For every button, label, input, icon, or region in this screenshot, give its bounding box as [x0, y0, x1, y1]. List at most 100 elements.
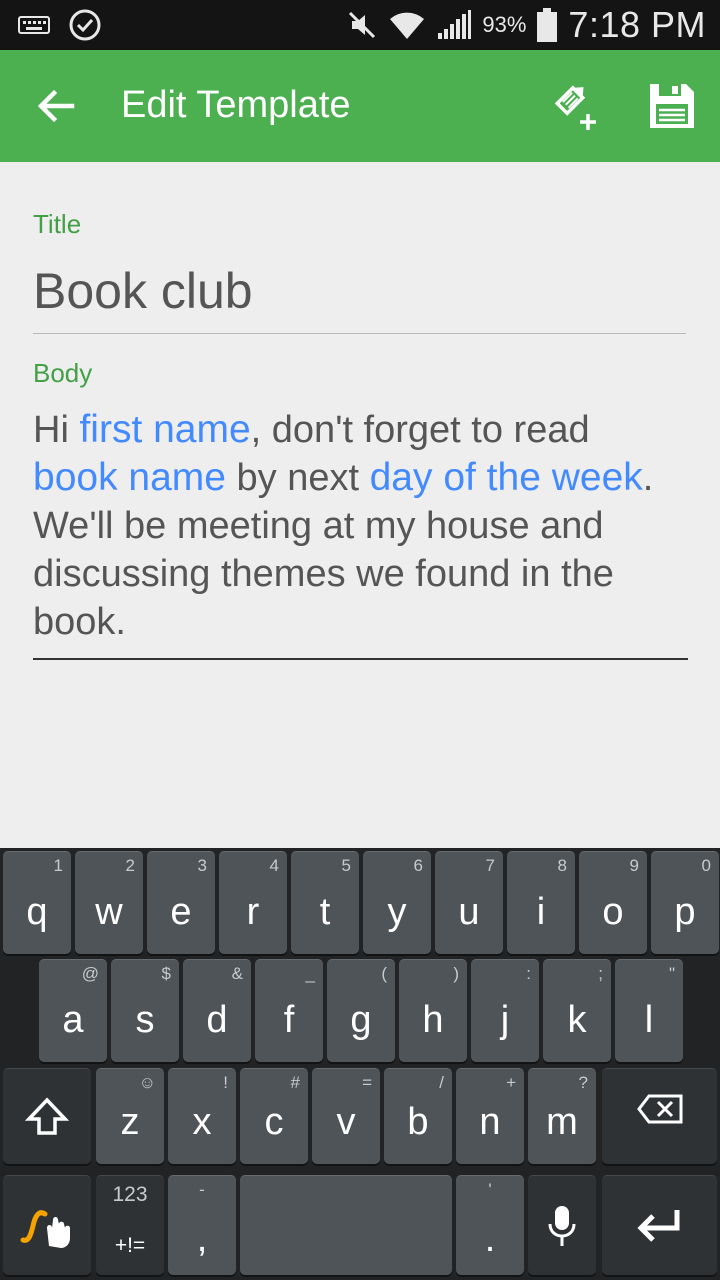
save-icon[interactable] [646, 80, 698, 132]
backspace-icon [636, 1094, 682, 1124]
app-bar: Edit Template [0, 50, 720, 162]
space-key[interactable] [240, 1175, 452, 1275]
key-secondary-label: _ [305, 964, 315, 983]
key-e[interactable]: 3e [147, 851, 215, 954]
key-label: p [674, 891, 696, 933]
key-q[interactable]: 1q [3, 851, 71, 954]
key-c[interactable]: # c [240, 1068, 308, 1164]
swype-icon [20, 1209, 70, 1248]
swype-key[interactable] [3, 1175, 91, 1275]
key-label: k [567, 999, 587, 1041]
soft-keyboard: 1q2w3e4r5t6y7u8i9o0p @ a $ s & d _ f(g) h: j; k " l … [0, 848, 720, 1280]
key-secondary-label: ( [381, 964, 387, 983]
key-secondary-label: 6 [413, 856, 423, 875]
comma-key-sub: - [199, 1180, 205, 1199]
title-field[interactable]: Book club [33, 262, 686, 334]
key-b[interactable]: / b [384, 1068, 452, 1164]
key-secondary-label: 2 [125, 856, 135, 875]
placeholder-chip-day-of-week[interactable]: day of the week [370, 456, 643, 499]
body-text: Hi [33, 409, 80, 451]
key-label: c [264, 1101, 284, 1143]
key-label: t [319, 891, 331, 933]
key-d[interactable]: & d [183, 959, 251, 1062]
shift-icon [25, 1096, 69, 1135]
comma-key-label: , [196, 1218, 208, 1260]
key-secondary-label: & [231, 964, 243, 983]
key-r[interactable]: 4r [219, 851, 287, 954]
body-field[interactable]: Hi first name, don't forget to read book … [33, 406, 688, 660]
key-y[interactable]: 6y [363, 851, 431, 954]
key-secondary-label: ; [598, 964, 603, 983]
key-label: e [170, 891, 192, 933]
key-m[interactable]: ? m [528, 1068, 596, 1164]
key-f[interactable]: _ f [255, 959, 323, 1062]
key-w[interactable]: 2w [75, 851, 143, 954]
mute-icon [349, 11, 376, 39]
key-n[interactable]: + n [456, 1068, 524, 1164]
placeholder-chip-first-name[interactable]: first name [79, 408, 250, 451]
key-k[interactable]: ; k [543, 959, 611, 1062]
key-secondary-label: ! [223, 1073, 228, 1092]
key-label: s [135, 999, 155, 1041]
key-label: a [62, 999, 84, 1041]
add-field-icon[interactable] [550, 80, 602, 132]
placeholder-chip-book-name[interactable]: book name [33, 456, 226, 499]
voice-input-key[interactable] [528, 1175, 596, 1275]
enter-key[interactable] [602, 1175, 717, 1275]
key-label: u [458, 891, 480, 933]
key-secondary-label: ) [453, 964, 459, 983]
back-arrow-icon[interactable] [32, 82, 80, 130]
key-secondary-label: ? [578, 1073, 588, 1092]
key-label: h [422, 999, 444, 1041]
period-key-sub: ' [488, 1180, 492, 1199]
key-secondary-label: : [526, 964, 531, 983]
key-j[interactable]: :j [471, 959, 539, 1062]
key-l[interactable]: " l [615, 959, 683, 1062]
key-secondary-label: 9 [629, 856, 639, 875]
key-u[interactable]: 7u [435, 851, 503, 954]
key-x[interactable]: ! x [168, 1068, 236, 1164]
key-label: d [206, 999, 228, 1041]
microphone-icon [548, 1205, 576, 1246]
body-text: , don't forget to read [250, 409, 590, 451]
battery-icon [537, 8, 558, 42]
key-t[interactable]: 5t [291, 851, 359, 954]
status-bar: 93% 7:18 PM [0, 0, 720, 50]
key-v[interactable]: = v [312, 1068, 380, 1164]
key-p[interactable]: 0p [651, 851, 719, 954]
key-label: j [500, 999, 510, 1041]
edit-form: Title Book club Body Hi first name, don'… [0, 162, 720, 848]
key-secondary-label: 7 [485, 856, 495, 875]
key-s[interactable]: $ s [111, 959, 179, 1062]
key-secondary-label: / [439, 1073, 444, 1092]
key-h[interactable]: ) h [399, 959, 467, 1062]
shift-key[interactable] [3, 1068, 91, 1164]
body-label: Body [33, 358, 93, 388]
key-label: w [95, 891, 123, 933]
key-o[interactable]: 9o [579, 851, 647, 954]
backspace-key[interactable] [602, 1068, 717, 1164]
key-secondary-label: = [362, 1073, 372, 1092]
period-key[interactable]: ' . [456, 1175, 524, 1275]
key-z[interactable]: ☺ z [96, 1068, 164, 1164]
key-secondary-label: 8 [557, 856, 567, 875]
key-secondary-label: $ [161, 964, 171, 983]
keyboard-notification-icon [18, 16, 50, 34]
key-label: r [246, 891, 260, 933]
key-label: b [407, 1101, 429, 1143]
symbols-key[interactable]: 123 +!= [96, 1175, 164, 1275]
key-g[interactable]: (g [327, 959, 395, 1062]
check-circle-icon [69, 9, 101, 41]
wifi-icon [390, 12, 425, 39]
key-secondary-label: + [506, 1073, 516, 1092]
key-label: x [192, 1101, 212, 1143]
key-i[interactable]: 8i [507, 851, 575, 954]
key-secondary-label: 0 [701, 856, 711, 875]
key-label: m [546, 1101, 578, 1143]
key-a[interactable]: @ a [39, 959, 107, 1062]
symbols-key-bottom: +!= [114, 1234, 146, 1257]
symbols-key-top: 123 [112, 1183, 148, 1206]
key-secondary-label: 5 [341, 856, 351, 875]
title-label: Title [33, 209, 82, 239]
comma-key[interactable]: - , [168, 1175, 236, 1275]
